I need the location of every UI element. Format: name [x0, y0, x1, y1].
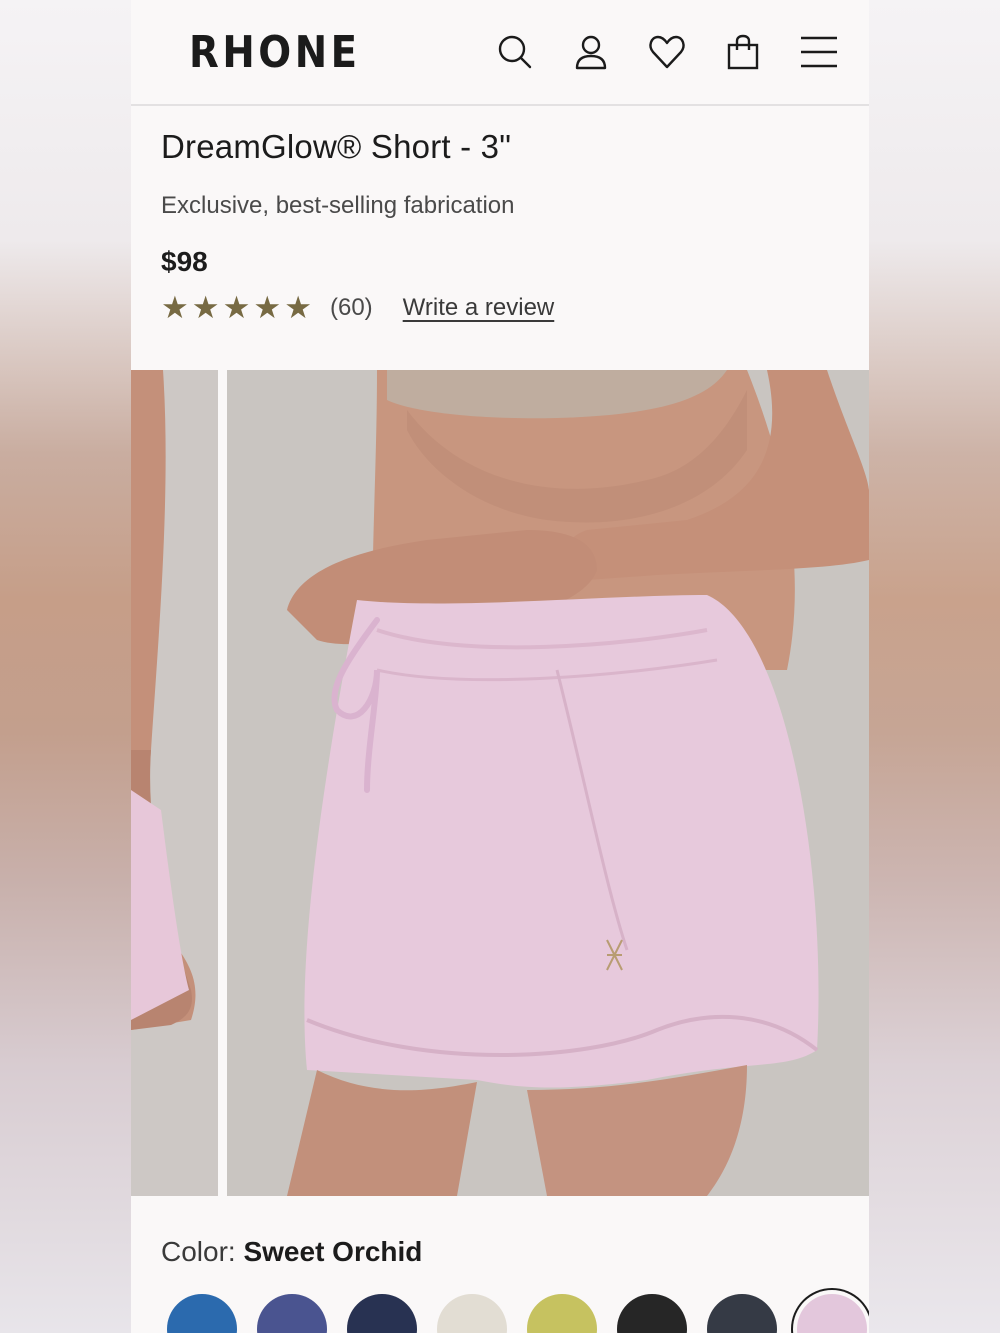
selected-color-name: Sweet Orchid: [243, 1236, 423, 1267]
color-label-prefix: Color:: [161, 1236, 244, 1267]
color-swatch[interactable]: [617, 1294, 687, 1333]
star-icon: ★: [191, 290, 220, 325]
color-swatch[interactable]: [257, 1294, 327, 1333]
product-subtitle: Exclusive, best-selling fabrication: [161, 192, 515, 219]
color-swatches: [167, 1294, 867, 1333]
product-info: DreamGlow® Short - 3" Exclusive, best-se…: [131, 106, 869, 323]
wishlist-heart-icon[interactable]: [647, 32, 687, 72]
color-swatch[interactable]: [347, 1294, 417, 1333]
color-label: Color: Sweet Orchid: [161, 1236, 839, 1268]
color-swatch[interactable]: [527, 1294, 597, 1333]
product-image-gallery[interactable]: [131, 370, 869, 1196]
header-icons: [495, 32, 839, 72]
star-icon: ★: [222, 290, 251, 325]
background-left: [0, 0, 131, 1333]
shopping-bag-icon[interactable]: [723, 32, 763, 72]
write-review-link[interactable]: Write a review: [403, 294, 555, 322]
product-image-previous[interactable]: [131, 370, 218, 1196]
account-icon[interactable]: [571, 32, 611, 72]
rating-row: ★ ★ ★ ★ ★ (60) Write a review: [161, 292, 839, 323]
menu-icon[interactable]: [799, 32, 839, 72]
brand-logo[interactable]: RHONE: [189, 27, 361, 78]
search-icon[interactable]: [495, 32, 535, 72]
product-price: $98: [161, 246, 208, 277]
color-swatch[interactable]: [437, 1294, 507, 1333]
color-swatch[interactable]: [167, 1294, 237, 1333]
star-icon: ★: [161, 290, 189, 325]
background-right: [869, 0, 1000, 1333]
product-title: DreamGlow® Short - 3": [161, 128, 512, 165]
color-selector: Color: Sweet Orchid: [131, 1196, 869, 1333]
star-icon: ★: [284, 290, 312, 325]
star-icon: ★: [253, 290, 282, 325]
color-swatch[interactable]: [707, 1294, 777, 1333]
site-header: RHONE: [131, 0, 869, 106]
product-image-main[interactable]: [227, 370, 869, 1196]
product-page: RHONE DreamGlow® Short - 3" Exclusive, b…: [131, 0, 869, 1333]
color-swatch-selected[interactable]: [797, 1294, 867, 1333]
review-count[interactable]: (60): [330, 294, 373, 322]
star-rating[interactable]: ★ ★ ★ ★ ★: [161, 292, 312, 323]
